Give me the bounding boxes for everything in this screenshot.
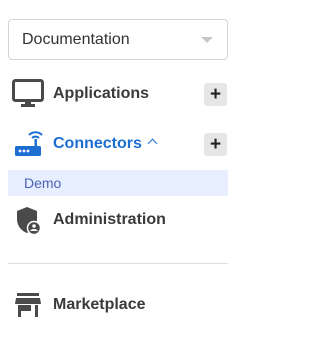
nav-item-marketplace[interactable]: Marketplace (0, 289, 240, 321)
chevron-up-icon[interactable] (147, 138, 158, 149)
nav-item-label: Administration (53, 211, 166, 228)
workspace-select[interactable]: Documentation (8, 19, 228, 60)
nav-item-administration[interactable]: Administration (0, 204, 240, 236)
add-application-button[interactable]: + (204, 83, 227, 106)
divider (8, 263, 228, 264)
router-icon (12, 128, 44, 160)
workspace-select-value: Documentation (22, 30, 130, 48)
nav-item-label: Applications (53, 85, 150, 102)
store-icon (12, 289, 44, 321)
nav-item-label: Connectors (53, 135, 142, 152)
shield-account-icon (12, 204, 44, 236)
sidebar-item-demo[interactable]: Demo (8, 170, 228, 196)
add-connector-button[interactable]: + (204, 133, 227, 156)
chevron-down-icon (201, 37, 213, 43)
monitor-icon (12, 78, 44, 110)
nav-item-label: Marketplace (53, 296, 146, 313)
